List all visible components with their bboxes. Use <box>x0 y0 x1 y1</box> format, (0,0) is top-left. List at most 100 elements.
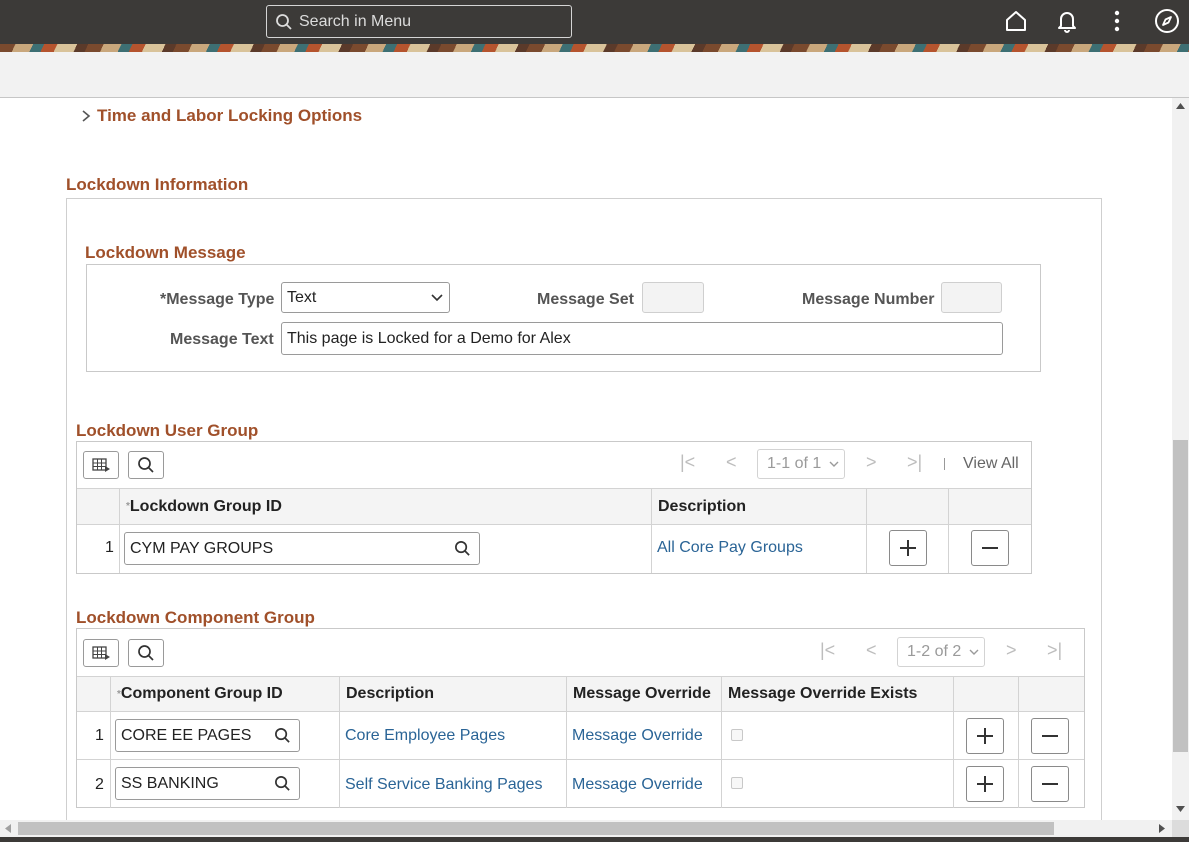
message-type-select[interactable]: Text <box>281 282 450 313</box>
delete-row-button[interactable] <box>1031 766 1069 802</box>
previous-page-icon[interactable]: < <box>866 640 877 661</box>
col-component-group-id: * Component Group ID <box>110 677 339 711</box>
next-page-icon[interactable]: > <box>866 452 877 473</box>
horizontal-scroll-thumb[interactable] <box>18 822 1054 835</box>
component-group-title: Lockdown Component Group <box>76 608 315 627</box>
scroll-right-icon[interactable] <box>1159 824 1165 833</box>
personalize-grid-button[interactable] <box>83 639 119 667</box>
personalize-grid-button[interactable] <box>83 451 119 479</box>
grid-settings-icon <box>92 458 110 472</box>
delete-row-button[interactable] <box>1031 718 1069 754</box>
add-row-button[interactable] <box>966 766 1004 802</box>
message-type-value: Text <box>287 288 317 306</box>
delete-row-button[interactable] <box>971 530 1009 566</box>
message-number-label: Message Number <box>802 291 935 308</box>
component-group-header: * Component Group ID Description Message … <box>77 676 1084 712</box>
last-page-icon[interactable]: >| <box>907 452 922 473</box>
scroll-down-icon[interactable] <box>1176 806 1185 812</box>
scroll-up-icon[interactable] <box>1176 103 1185 109</box>
col-description: Description <box>339 677 566 711</box>
message-type-label: *Message Type <box>160 291 275 308</box>
search-input[interactable]: Search in Menu <box>266 5 572 38</box>
find-in-grid-button[interactable] <box>128 451 164 479</box>
lockdown-message-title: Lockdown Message <box>85 243 246 262</box>
message-override-link[interactable]: Message Override <box>572 727 703 745</box>
search-placeholder: Search in Menu <box>299 12 412 30</box>
user-group-pager-text: 1-1 of 1 <box>767 455 822 472</box>
bottom-edge <box>0 837 1189 842</box>
view-all-link[interactable]: View All <box>963 455 1019 473</box>
search-icon[interactable] <box>274 775 291 792</box>
scrollbar-corner <box>1172 820 1189 837</box>
user-group-title: Lockdown User Group <box>76 421 259 440</box>
home-icon[interactable] <box>1003 8 1029 34</box>
main-content: Time and Labor Locking Options Lockdown … <box>0 98 1172 820</box>
lockdown-group-id-input[interactable]: CYM PAY GROUPS <box>124 532 480 565</box>
row-number: 1 <box>105 539 114 556</box>
message-set-label: Message Set <box>537 291 634 308</box>
message-override-link[interactable]: Message Override <box>572 776 703 794</box>
component-group-id-input[interactable]: CORE EE PAGES <box>115 719 300 752</box>
row-number: 2 <box>95 776 104 793</box>
next-page-icon[interactable]: > <box>1006 640 1017 661</box>
add-row-button[interactable] <box>889 530 927 566</box>
description-link[interactable]: All Core Pay Groups <box>657 539 803 557</box>
message-override-exists-checkbox[interactable] <box>731 729 743 741</box>
more-vertical-icon[interactable] <box>1104 8 1130 34</box>
chevron-right-icon <box>82 110 91 122</box>
collapsible-label: Time and Labor Locking Options <box>97 106 363 125</box>
col-delete <box>1018 677 1084 711</box>
first-page-icon[interactable]: |< <box>820 640 835 661</box>
col-lockdown-group-id: * Lockdown Group ID <box>119 489 651 524</box>
last-page-icon[interactable]: >| <box>1047 640 1062 661</box>
component-group-pager[interactable]: 1-2 of 2 <box>897 637 985 667</box>
description-link[interactable]: Self Service Banking Pages <box>345 776 542 794</box>
message-override-exists-checkbox[interactable] <box>731 777 743 789</box>
lockdown-info-title: Lockdown Information <box>66 175 249 194</box>
vertical-scroll-thumb[interactable] <box>1173 440 1188 752</box>
chevron-down-icon <box>431 293 443 301</box>
col-message-override-exists: Message Override Exists <box>721 677 953 711</box>
minus-icon <box>1042 783 1058 785</box>
col-add <box>866 489 948 524</box>
description-link[interactable]: Core Employee Pages <box>345 727 505 745</box>
chevron-down-icon <box>969 649 979 655</box>
search-icon <box>138 645 154 661</box>
time-labor-locking-toggle[interactable]: Time and Labor Locking Options <box>80 106 362 126</box>
search-icon[interactable] <box>274 727 291 744</box>
compass-icon[interactable] <box>1154 8 1180 34</box>
scroll-left-icon[interactable] <box>5 824 11 833</box>
decorative-banner <box>0 44 1189 52</box>
search-icon <box>276 13 292 30</box>
lockdown-message-panel <box>86 264 1041 372</box>
message-text-label: Message Text <box>170 331 274 348</box>
plus-icon <box>977 776 993 792</box>
top-nav-bar: Search in Menu <box>0 0 1189 44</box>
col-add <box>953 677 1018 711</box>
previous-page-icon[interactable]: < <box>726 452 737 473</box>
add-row-button[interactable] <box>966 718 1004 754</box>
minus-icon <box>1042 735 1058 737</box>
user-group-pager[interactable]: 1-1 of 1 <box>757 449 845 479</box>
component-group-id-input[interactable]: SS BANKING <box>115 767 300 800</box>
pager-divider <box>944 458 945 470</box>
message-number-field[interactable] <box>941 282 1002 313</box>
find-in-grid-button[interactable] <box>128 639 164 667</box>
message-text-input[interactable]: This page is Locked for a Demo for Alex <box>281 322 1003 355</box>
col-description: Description <box>651 489 867 524</box>
search-icon[interactable] <box>454 540 471 557</box>
plus-icon <box>977 728 993 744</box>
bell-icon[interactable] <box>1054 8 1080 34</box>
component-group-pager-text: 1-2 of 2 <box>907 643 962 660</box>
col-message-override: Message Override <box>566 677 721 711</box>
message-set-field[interactable] <box>642 282 704 313</box>
chevron-down-icon <box>829 461 839 467</box>
col-delete <box>948 489 1031 524</box>
user-group-header: * Lockdown Group ID Description <box>77 488 1031 525</box>
page-subheader <box>0 52 1189 98</box>
grid-settings-icon <box>92 646 110 660</box>
first-page-icon[interactable]: |< <box>680 452 695 473</box>
search-icon <box>138 457 154 473</box>
row-number: 1 <box>95 727 104 744</box>
minus-icon <box>982 547 998 549</box>
